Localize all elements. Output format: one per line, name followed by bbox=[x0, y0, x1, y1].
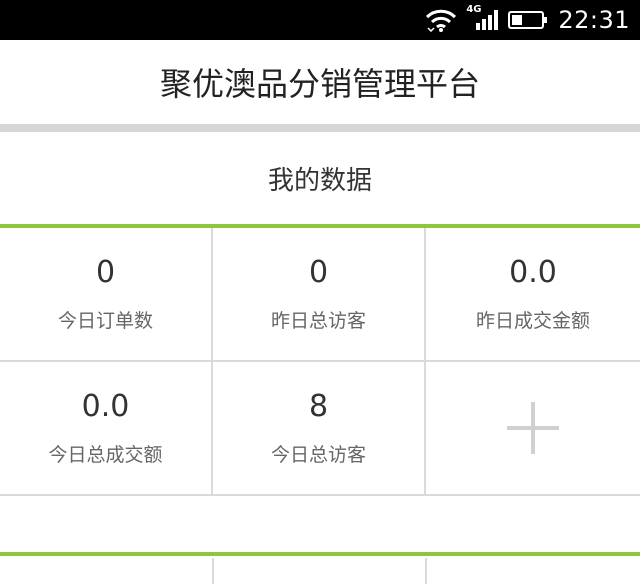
section-header: 我的数据 bbox=[0, 132, 640, 224]
stat-label: 今日总访客 bbox=[270, 443, 366, 466]
stat-value: 0.0 bbox=[509, 254, 557, 290]
add-stat-button[interactable] bbox=[426, 362, 640, 496]
stat-value: 8 bbox=[308, 388, 329, 424]
section-title: 我的数据 bbox=[267, 165, 372, 196]
battery-icon bbox=[508, 10, 548, 30]
stat-tile-today-orders[interactable]: 0 今日订单数 bbox=[0, 228, 213, 362]
stats-grid: 0 今日订单数 0 昨日总访客 0.0 昨日成交金额 0.0 今日总成交额 8 … bbox=[0, 228, 640, 496]
next-section-top-line bbox=[0, 552, 640, 556]
stat-label: 昨日总访客 bbox=[270, 309, 366, 332]
stat-tile-today-turnover[interactable]: 0.0 今日总成交额 bbox=[0, 362, 213, 496]
status-bar: 4G 22:31 bbox=[0, 0, 640, 40]
column-divider bbox=[425, 558, 427, 584]
stat-value: 0.0 bbox=[81, 388, 130, 424]
stat-value: 0 bbox=[308, 254, 329, 290]
stat-tile-today-visitors[interactable]: 8 今日总访客 bbox=[213, 362, 426, 496]
app-header: 聚优澳品分销管理平台 bbox=[0, 40, 640, 124]
wifi-icon bbox=[424, 8, 458, 32]
stat-tile-yesterday-turnover[interactable]: 0.0 昨日成交金额 bbox=[426, 228, 640, 362]
stat-label: 今日总成交额 bbox=[48, 443, 163, 466]
stat-label: 昨日成交金额 bbox=[475, 309, 590, 332]
column-divider bbox=[212, 558, 214, 584]
app-title: 聚优澳品分销管理平台 bbox=[159, 65, 480, 103]
stat-value: 0 bbox=[95, 254, 116, 290]
cellular-signal-icon: 4G bbox=[466, 4, 499, 32]
header-divider bbox=[0, 124, 640, 132]
network-type-label: 4G bbox=[466, 4, 482, 15]
stat-label: 今日订单数 bbox=[57, 309, 153, 332]
clock-time: 22:31 bbox=[558, 6, 630, 34]
plus-icon bbox=[507, 402, 559, 454]
stat-tile-yesterday-visitors[interactable]: 0 昨日总访客 bbox=[213, 228, 426, 362]
next-section-row bbox=[0, 558, 640, 584]
